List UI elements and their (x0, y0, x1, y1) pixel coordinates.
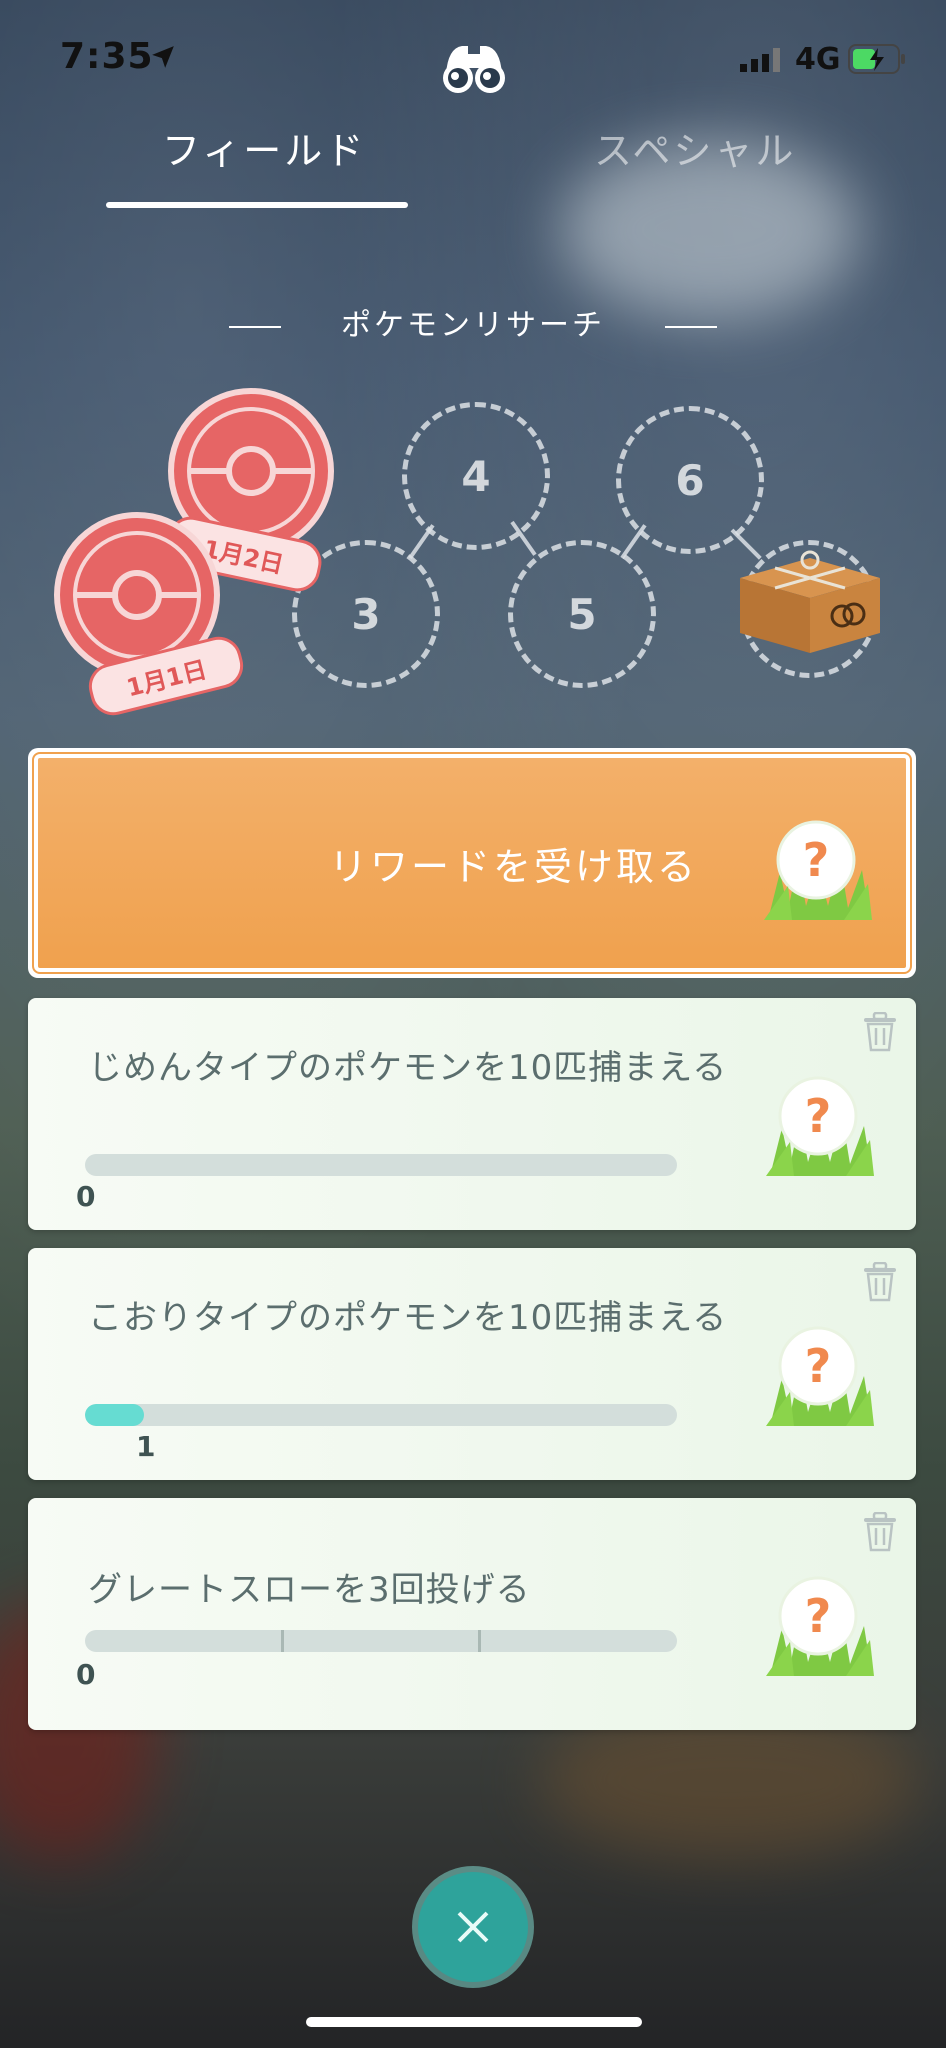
task-progress-fill (85, 1404, 145, 1426)
task-description: こおりタイプのポケモンを10匹捕まえる (88, 1298, 728, 1338)
stamp-slot-5: 5 (508, 540, 656, 688)
pokestop-stamp: 1月1日 (52, 510, 248, 721)
gift-box-icon[interactable] (730, 538, 890, 658)
research-task[interactable]: グレートスローを3回投げる 0 ? (28, 1498, 916, 1730)
reward-question-mark: ? (803, 833, 830, 887)
task-progress-bar (85, 1154, 677, 1176)
mystery-reward-icon: ? (764, 820, 872, 920)
task-progress-bar (85, 1404, 677, 1426)
task-progress-count: 0 (76, 1180, 96, 1213)
reward-question-mark: ? (805, 1589, 832, 1643)
trash-icon[interactable] (862, 1262, 898, 1302)
close-icon (457, 1911, 489, 1943)
progress-segment-divider (478, 1630, 481, 1652)
stamp-slot-6: 6 (616, 406, 764, 554)
location-arrow-icon (152, 46, 174, 68)
trash-icon[interactable] (862, 1012, 898, 1052)
tab-field[interactable]: フィールド (162, 120, 366, 175)
section-title: ポケモンリサーチ (341, 308, 605, 343)
binoculars-icon[interactable] (438, 36, 510, 96)
signal-icon (740, 48, 780, 72)
research-task[interactable]: こおりタイプのポケモンを10匹捕まえる 1 ? (28, 1248, 916, 1480)
home-indicator[interactable] (306, 2017, 642, 2027)
reward-question-mark: ? (805, 1339, 832, 1393)
stamp-slot-label: 4 (461, 451, 491, 501)
stamp-slot-label: 3 (351, 589, 381, 639)
divider (665, 325, 717, 328)
claim-reward-label: リワードを受け取る (328, 844, 698, 889)
battery-icon (848, 44, 905, 74)
status-bar: 7:35 4G (0, 0, 946, 120)
close-button[interactable] (418, 1872, 528, 1982)
task-progress-count: 1 (136, 1430, 156, 1463)
mystery-reward-icon: ? (766, 1076, 874, 1176)
stamp-slot-label: 6 (675, 455, 705, 505)
mystery-reward-icon: ? (766, 1576, 874, 1676)
research-task[interactable]: じめんタイプのポケモンを10匹捕まえる 0 ? (28, 998, 916, 1230)
trash-icon[interactable] (862, 1512, 898, 1552)
claim-reward-card[interactable]: リワードを受け取る ? (28, 748, 916, 978)
status-time: 7:35 (60, 36, 154, 77)
research-stamps: 3 4 5 6 1月2日 1月1日 (0, 370, 946, 730)
claim-reward-button[interactable]: リワードを受け取る ? (32, 752, 912, 974)
active-tab-indicator (106, 202, 408, 208)
task-progress-bar (85, 1630, 677, 1652)
network-type: 4G (795, 42, 841, 77)
progress-segment-divider (281, 1630, 284, 1652)
mystery-reward-icon: ? (766, 1326, 874, 1426)
reward-question-mark: ? (805, 1089, 832, 1143)
task-description: じめんタイプのポケモンを10匹捕まえる (88, 1048, 728, 1088)
stamp-slot-label: 5 (567, 589, 597, 639)
task-progress-count: 0 (76, 1658, 96, 1691)
section-header: ポケモンリサーチ (0, 300, 946, 344)
tab-special[interactable]: スペシャル (594, 120, 796, 175)
task-description: グレートスローを3回投げる (88, 1570, 531, 1610)
stamp-slot-4: 4 (402, 402, 550, 550)
divider (229, 325, 281, 328)
